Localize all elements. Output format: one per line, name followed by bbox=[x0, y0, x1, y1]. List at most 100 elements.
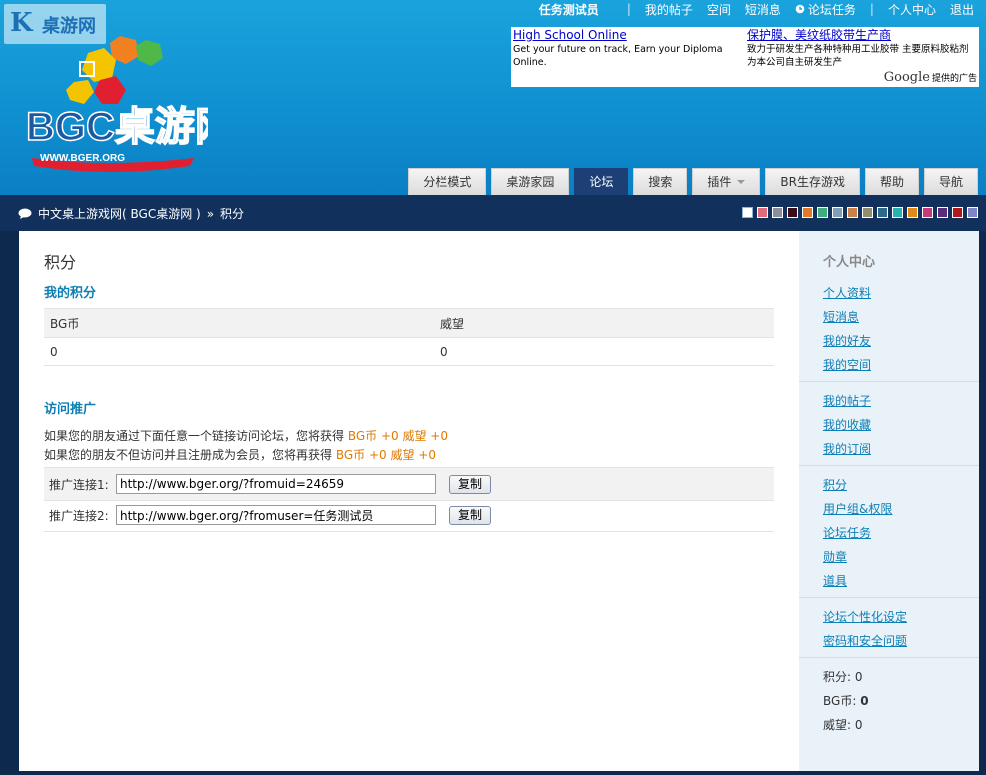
sidebar-item-subscriptions[interactable]: 我的订阅 bbox=[799, 437, 979, 461]
column-header: BG币 bbox=[44, 308, 434, 338]
sidebar: 个人中心 个人资料 短消息 我的好友 我的空间 我的帖子 我的收藏 我的订阅 积… bbox=[799, 231, 979, 771]
ad-banner: High School Online Get your future on tr… bbox=[511, 27, 979, 87]
google-ads-suffix: 提供的广告 bbox=[931, 74, 977, 84]
theme-swatch[interactable] bbox=[772, 207, 783, 218]
sidebar-item-credits[interactable]: 积分 bbox=[799, 473, 979, 497]
promo-line-1-reward: BG币 +0 威望 +0 bbox=[347, 429, 448, 443]
messages-link[interactable]: 短消息 bbox=[745, 1, 781, 18]
theme-swatch[interactable] bbox=[877, 207, 888, 218]
column-header: 威望 bbox=[434, 308, 774, 338]
sidebar-item-props[interactable]: 道具 bbox=[799, 569, 979, 593]
sidebar-item-medals[interactable]: 勋章 bbox=[799, 545, 979, 569]
copy-link-1-button[interactable]: 复制 bbox=[449, 474, 492, 494]
google-brand: Google bbox=[883, 70, 930, 85]
user-center-link[interactable]: 个人中心 bbox=[888, 1, 936, 18]
table-row: 0 0 bbox=[44, 337, 774, 366]
ad-2-body: 致力于研发生产各种特种用工业胶带 主要原料胶粘剂为本公司自主研发生产 bbox=[747, 44, 969, 68]
promo-line-2: 如果您的朋友不但访问并且注册成为会员，您将再获得 BG币 +0 威望 +0 bbox=[44, 446, 436, 463]
header: K 桌游网 BGC桌游网 WWW.BGER.ORG 任务测试员 | 我的帖子 空… bbox=[0, 0, 986, 195]
promo-line-1-text: 如果您的朋友通过下面任意一个链接访问论坛，您将获得 bbox=[44, 429, 345, 443]
breadcrumb: 中文桌上游戏网( BGC桌游网 ) » 积分 bbox=[18, 205, 244, 222]
theme-swatch[interactable] bbox=[847, 207, 858, 218]
tab-forum[interactable]: 论坛 bbox=[574, 168, 629, 195]
my-posts-link[interactable]: 我的帖子 bbox=[645, 1, 693, 18]
stat-credits: 积分: 0 bbox=[823, 665, 869, 689]
theme-swatch[interactable] bbox=[907, 207, 918, 218]
tab-plugins[interactable]: 插件 bbox=[692, 168, 761, 195]
stat-credits-value: 0 bbox=[854, 670, 863, 684]
theme-swatch[interactable] bbox=[892, 207, 903, 218]
table-header-row: BG币 威望 bbox=[44, 308, 774, 338]
copy-link-2-button[interactable]: 复制 bbox=[449, 505, 492, 525]
promo-link-2-input[interactable] bbox=[116, 505, 436, 525]
breadcrumb-home[interactable]: 中文桌上游戏网( BGC桌游网 ) bbox=[38, 205, 201, 222]
forum-tasks-link[interactable]: 论坛任务 bbox=[795, 1, 856, 18]
space-link[interactable]: 空间 bbox=[707, 1, 731, 18]
theme-swatch[interactable] bbox=[817, 207, 828, 218]
tab-home[interactable]: 桌游家园 bbox=[491, 168, 570, 195]
sidebar-title: 个人中心 bbox=[823, 255, 876, 270]
stat-prestige-value: 0 bbox=[854, 718, 863, 732]
username-link[interactable]: 任务测试员 bbox=[539, 1, 599, 18]
sidebar-item-password-security[interactable]: 密码和安全问题 bbox=[799, 629, 979, 653]
tab-search[interactable]: 搜索 bbox=[633, 168, 688, 195]
promo-link-row-1: 推广连接1: 复制 bbox=[44, 467, 774, 501]
sidebar-item-messages[interactable]: 短消息 bbox=[799, 305, 979, 329]
sidebar-item-friends[interactable]: 我的好友 bbox=[799, 329, 979, 353]
table-cell: 0 bbox=[434, 337, 774, 366]
ad-2: 保护膜、美纹纸胶带生产商 致力于研发生产各种特种用工业胶带 主要原料胶粘剂为本公… bbox=[747, 28, 977, 69]
tab-br-game[interactable]: BR生存游戏 bbox=[765, 168, 860, 195]
forum-tasks-label: 论坛任务 bbox=[807, 2, 856, 17]
theme-swatch[interactable] bbox=[832, 207, 843, 218]
my-credits-title: 我的积分 bbox=[44, 286, 97, 301]
divider: | bbox=[626, 2, 631, 16]
sidebar-item-my-posts[interactable]: 我的帖子 bbox=[799, 389, 979, 413]
google-ads-label[interactable]: Google 提供的广告 bbox=[884, 70, 977, 85]
promo-link-1-label: 推广连接1: bbox=[49, 477, 109, 492]
chat-bubble-icon bbox=[18, 208, 32, 219]
promo-link-1-input[interactable] bbox=[116, 474, 436, 494]
theme-swatch[interactable] bbox=[742, 207, 753, 218]
ad-1-title[interactable]: High School Online bbox=[513, 28, 627, 42]
breadcrumb-bar: 中文桌上游戏网( BGC桌游网 ) » 积分 bbox=[0, 195, 986, 231]
breadcrumb-separator: » bbox=[206, 206, 215, 221]
ad-1-body: Get your future on track, Earn your Dipl… bbox=[513, 44, 723, 68]
theme-swatch[interactable] bbox=[922, 207, 933, 218]
main-nav-tabs: 分栏模式 桌游家园 论坛 搜索 插件 BR生存游戏 帮助 导航 bbox=[408, 168, 978, 195]
logout-link[interactable]: 退出 bbox=[950, 1, 974, 18]
sidebar-item-space[interactable]: 我的空间 bbox=[799, 353, 979, 377]
promotion-title: 访问推广 bbox=[44, 402, 97, 417]
site-logo[interactable]: BGC桌游网 WWW.BGER.ORG bbox=[18, 18, 236, 178]
stat-bg-coins-label: BG币: bbox=[823, 694, 857, 708]
sidebar-group-account: 积分 用户组&权限 论坛任务 勋章 道具 bbox=[799, 473, 979, 598]
promo-line-2-reward: BG币 +0 威望 +0 bbox=[335, 448, 436, 462]
credits-table: BG币 威望 0 0 bbox=[44, 308, 774, 366]
theme-swatch[interactable] bbox=[952, 207, 963, 218]
stat-credits-label: 积分: bbox=[823, 670, 852, 684]
theme-swatch[interactable] bbox=[757, 207, 768, 218]
clock-icon bbox=[795, 4, 805, 14]
tab-help[interactable]: 帮助 bbox=[864, 168, 919, 195]
main-content: 积分 我的积分 BG币 威望 0 0 访问推广 如果您的朋友通过下面任意一个链接… bbox=[19, 231, 799, 771]
sidebar-item-favorites[interactable]: 我的收藏 bbox=[799, 413, 979, 437]
tab-navigation[interactable]: 导航 bbox=[923, 168, 978, 195]
theme-swatch[interactable] bbox=[787, 207, 798, 218]
theme-swatch[interactable] bbox=[862, 207, 873, 218]
ad-1: High School Online Get your future on tr… bbox=[513, 28, 731, 69]
theme-swatch[interactable] bbox=[937, 207, 948, 218]
tab-column-mode[interactable]: 分栏模式 bbox=[408, 168, 487, 195]
ad-2-title[interactable]: 保护膜、美纹纸胶带生产商 bbox=[747, 28, 891, 42]
stat-prestige-label: 威望: bbox=[823, 718, 852, 732]
sidebar-item-personalize[interactable]: 论坛个性化设定 bbox=[799, 605, 979, 629]
sidebar-group-content: 我的帖子 我的收藏 我的订阅 bbox=[799, 389, 979, 466]
promo-line-2-text: 如果您的朋友不但访问并且注册成为会员，您将再获得 bbox=[44, 448, 333, 462]
stat-bg-coins-value: 0 bbox=[860, 694, 869, 708]
sidebar-stats: 积分: 0 BG币: 0 威望: 0 bbox=[823, 665, 869, 737]
theme-swatch[interactable] bbox=[802, 207, 813, 218]
logo-graphic: BGC桌游网 WWW.BGER.ORG bbox=[25, 36, 236, 172]
sidebar-item-usergroup[interactable]: 用户组&权限 bbox=[799, 497, 979, 521]
sidebar-item-profile[interactable]: 个人资料 bbox=[799, 281, 979, 305]
sidebar-item-forum-tasks[interactable]: 论坛任务 bbox=[799, 521, 979, 545]
sidebar-group-settings: 论坛个性化设定 密码和安全问题 bbox=[799, 605, 979, 658]
theme-swatch[interactable] bbox=[967, 207, 978, 218]
